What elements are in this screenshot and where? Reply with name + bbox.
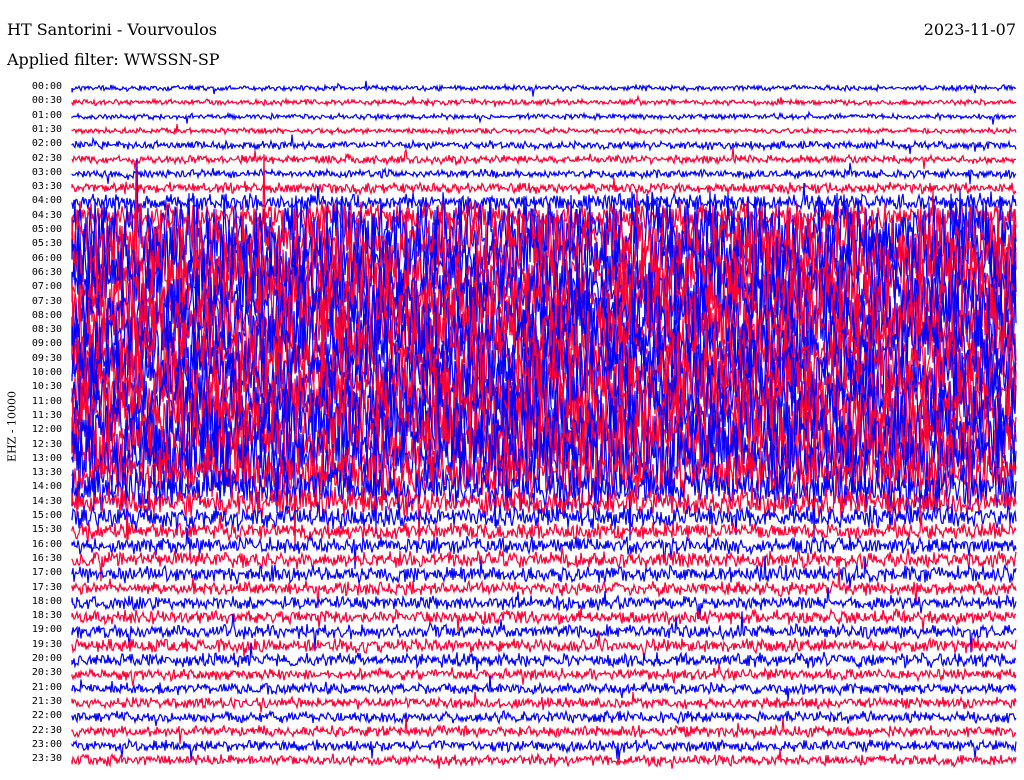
- trace-0300: [71, 162, 1017, 185]
- trace-0030: [71, 94, 1017, 108]
- trace-1930: [71, 631, 1017, 660]
- trace-0330: [71, 178, 1017, 197]
- trace-0230: [71, 147, 1016, 170]
- trace-2230: [71, 717, 1017, 744]
- trace-2030: [71, 663, 1017, 687]
- trace-0200: [71, 134, 1017, 155]
- trace-0130: [71, 124, 1017, 137]
- trace-2130: [71, 691, 1017, 713]
- trace-2100: [71, 675, 1017, 701]
- trace-0100: [71, 110, 1017, 125]
- trace-2200: [71, 709, 1017, 727]
- trace-2330: [71, 749, 1017, 769]
- trace-0000: [71, 80, 1017, 97]
- helicorder-plot: [71, 80, 1017, 769]
